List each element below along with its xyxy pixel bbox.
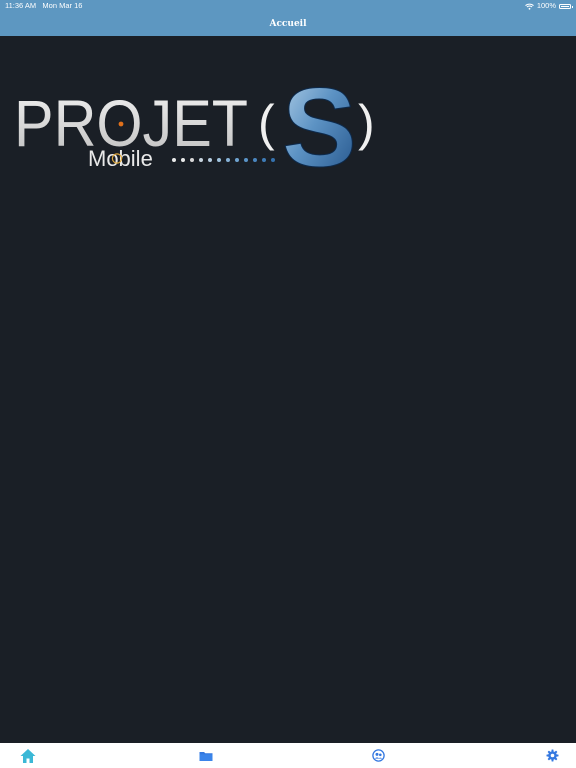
nav-bar: Accueil: [0, 12, 576, 36]
logo-open-paren: (: [258, 95, 275, 151]
status-time-date: 11:36 AM Mon Mar 16: [5, 0, 82, 12]
tab-folders[interactable]: [190, 743, 222, 768]
gear-icon: [546, 749, 558, 762]
logo-letter-s: S: [282, 74, 357, 178]
page-title: Accueil: [269, 19, 307, 29]
tab-home[interactable]: [12, 743, 44, 768]
wifi-icon: [524, 3, 534, 10]
status-indicators: 100%: [524, 0, 573, 12]
contacts-icon: [371, 749, 385, 762]
projet-s-logo: PROJET ( S ) Mobile: [14, 74, 375, 178]
battery-icon: [559, 3, 573, 9]
battery-percent: 100%: [536, 1, 556, 10]
logo-close-paren: ): [358, 95, 375, 151]
tab-bar: [0, 743, 576, 768]
folder-icon: [199, 751, 213, 761]
logo-subtitle: Mobile: [88, 146, 153, 171]
home-screen: 11:36 AM Mon Mar 16 100% Accueil PROJET …: [0, 0, 576, 768]
tab-settings[interactable]: [536, 743, 568, 768]
status-date: Mon Mar 16: [42, 1, 83, 10]
status-bar: 11:36 AM Mon Mar 16 100%: [0, 0, 576, 12]
home-icon: [20, 748, 36, 763]
status-time: 11:36 AM: [5, 1, 37, 10]
tab-contacts[interactable]: [362, 743, 394, 768]
logo-orange-dot: [118, 121, 124, 127]
